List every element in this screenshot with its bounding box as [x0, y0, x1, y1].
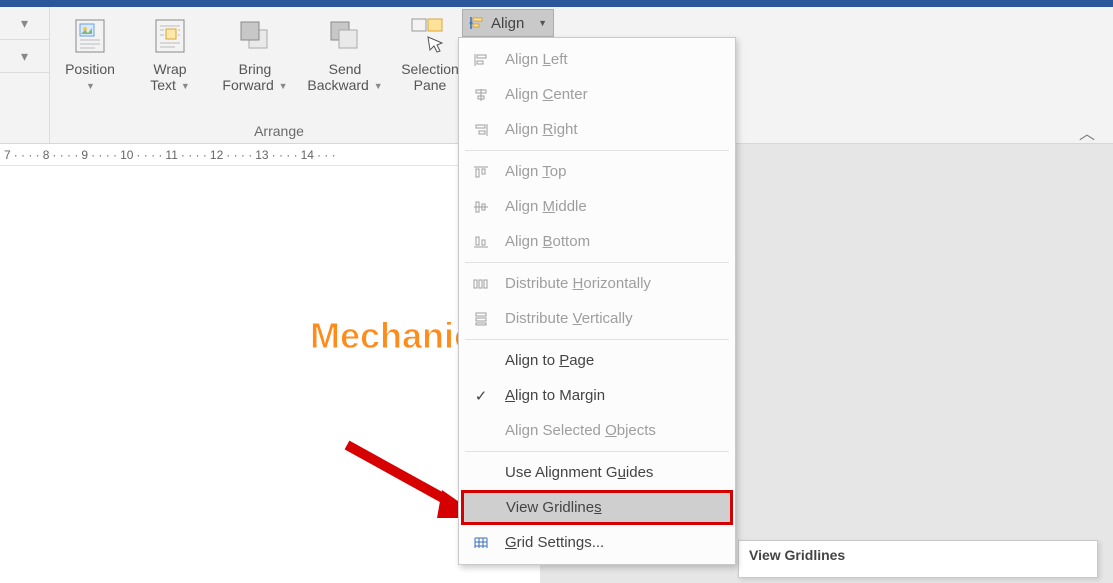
distribute-h-icon: [471, 277, 491, 291]
menu-label: View Gridlines: [506, 499, 602, 516]
position-button[interactable]: Position▼: [50, 13, 130, 97]
distribute-v-icon: [471, 312, 491, 326]
menu-align-middle[interactable]: Align Middle: [459, 189, 735, 224]
align-left-icon: [471, 53, 491, 67]
ribbon-left-stub: ▾ ▾: [0, 7, 50, 143]
group-label: Arrange: [50, 123, 508, 139]
position-label: Position: [65, 61, 115, 77]
menu-label: Align Middle: [505, 198, 587, 215]
tooltip: View Gridlines: [738, 540, 1098, 578]
align-button-label: Align: [491, 15, 524, 32]
grid-icon: [471, 536, 491, 550]
menu-align-to-page[interactable]: Align to Page: [459, 343, 735, 378]
selection-pane-icon: [410, 13, 450, 59]
menu-label: Use Alignment Guides: [505, 464, 653, 481]
menu-distribute-horizontally[interactable]: Distribute Horizontally: [459, 266, 735, 301]
checkmark-icon: ✓: [471, 387, 491, 405]
dropdown-caret-icon: ▼: [538, 18, 547, 28]
menu-label: Align Top: [505, 163, 566, 180]
menu-separator: [465, 150, 729, 151]
menu-view-gridlines[interactable]: View Gridlines: [461, 490, 733, 525]
menu-label: Align Selected Objects: [505, 422, 656, 439]
stub-row: [0, 73, 49, 143]
menu-label: Distribute Vertically: [505, 310, 633, 327]
menu-label: Align to Page: [505, 352, 594, 369]
menu-separator: [465, 451, 729, 452]
wrap-text-icon: [153, 13, 187, 59]
menu-label: Align Left: [505, 51, 568, 68]
menu-label: Align Center: [505, 86, 588, 103]
position-icon: [73, 13, 107, 59]
menu-align-center[interactable]: Align Center: [459, 77, 735, 112]
bring-forward-label: BringForward: [222, 61, 273, 93]
title-bar: [0, 0, 1113, 7]
menu-label: Align to Margin: [505, 387, 605, 404]
selection-pane-label: SelectionPane: [401, 61, 459, 93]
ruler: 7· · · · 8· · · · 9· · · · 10· · · · 11·…: [0, 144, 460, 166]
bring-forward-button[interactable]: BringForward ▼: [210, 13, 300, 97]
align-dropdown-button[interactable]: Align ▼: [462, 9, 554, 37]
align-top-icon: [471, 165, 491, 179]
bring-forward-icon: [237, 13, 273, 59]
menu-align-left[interactable]: Align Left: [459, 42, 735, 77]
collapse-ribbon-icon[interactable]: ︿: [1079, 120, 1095, 144]
menu-label: Grid Settings...: [505, 534, 604, 551]
menu-align-selected-objects[interactable]: Align Selected Objects: [459, 413, 735, 448]
align-menu: Align Left Align Center Align Right Alig…: [458, 37, 736, 565]
menu-use-alignment-guides[interactable]: Use Alignment Guides: [459, 455, 735, 490]
menu-align-top[interactable]: Align Top: [459, 154, 735, 189]
send-backward-button[interactable]: SendBackward ▼: [300, 13, 390, 97]
menu-align-bottom[interactable]: Align Bottom: [459, 224, 735, 259]
align-center-icon: [471, 88, 491, 102]
align-middle-icon: [471, 200, 491, 214]
menu-align-to-margin[interactable]: ✓ Align to Margin: [459, 378, 735, 413]
align-right-icon: [471, 123, 491, 137]
wrap-text-button[interactable]: WrapText ▼: [130, 13, 210, 97]
menu-separator: [465, 262, 729, 263]
send-backward-label: SendBackward: [307, 61, 368, 93]
send-backward-icon: [327, 13, 363, 59]
menu-label: Align Right: [505, 121, 578, 138]
align-bottom-icon: [471, 235, 491, 249]
menu-distribute-vertically[interactable]: Distribute Vertically: [459, 301, 735, 336]
menu-grid-settings[interactable]: Grid Settings...: [459, 525, 735, 560]
menu-label: Align Bottom: [505, 233, 590, 250]
menu-separator: [465, 339, 729, 340]
menu-align-right[interactable]: Align Right: [459, 112, 735, 147]
stub-row[interactable]: ▾: [0, 40, 49, 73]
menu-label: Distribute Horizontally: [505, 275, 651, 292]
align-icon: [469, 15, 485, 31]
stub-row[interactable]: ▾: [0, 7, 49, 40]
